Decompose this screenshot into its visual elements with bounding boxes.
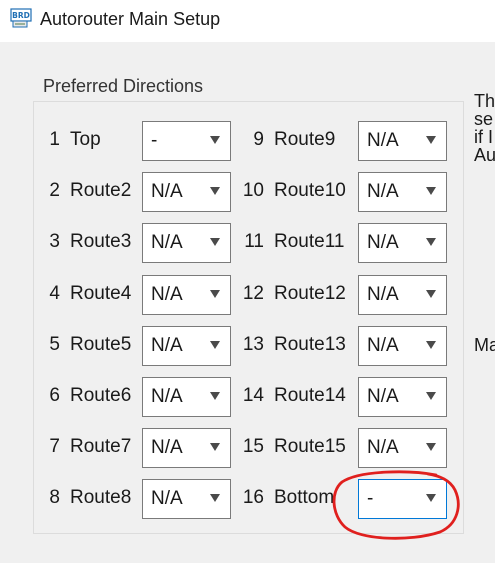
layer-label-route12: Route12 [274, 282, 346, 304]
dropdown-value: N/A [367, 334, 399, 356]
layer-number: 8 [49, 487, 60, 509]
chevron-down-icon[interactable] [426, 340, 436, 349]
dropdown-value: N/A [367, 283, 399, 305]
direction-dropdown-route12[interactable]: N/A [358, 274, 447, 315]
direction-dropdown-bottom[interactable]: - [358, 479, 447, 520]
direction-dropdown-route13[interactable]: N/A [358, 325, 447, 366]
chevron-down-icon[interactable] [210, 340, 220, 349]
direction-dropdown-route8[interactable]: N/A [142, 479, 231, 520]
direction-dropdown-route14[interactable]: N/A [358, 377, 447, 417]
layer-number: 13 [242, 333, 264, 355]
dropdown-value: - [151, 130, 158, 151]
layer-number: 14 [242, 385, 264, 406]
chevron-down-icon[interactable] [210, 187, 220, 196]
layer-label-route9: Route9 [274, 129, 336, 150]
dropdown-value: N/A [367, 181, 399, 203]
direction-dropdown-route3[interactable]: N/A [142, 223, 231, 264]
dropdown-value: N/A [367, 386, 399, 407]
chevron-down-icon[interactable] [426, 187, 436, 196]
layer-label-route15: Route15 [274, 436, 346, 458]
layer-number: 6 [49, 385, 60, 406]
layer-number: 7 [49, 436, 60, 458]
layer-label-route3: Route3 [70, 231, 132, 253]
direction-dropdown-route11[interactable]: N/A [358, 223, 447, 264]
layer-label-route13: Route13 [274, 333, 346, 355]
layer-label-route5: Route5 [70, 333, 132, 355]
layer-label-top: Top [70, 129, 101, 150]
preferred-directions-group [33, 101, 464, 534]
chevron-down-icon[interactable] [426, 494, 436, 503]
side-text-line-4: Au [474, 145, 495, 165]
direction-dropdown-route15[interactable]: N/A [358, 428, 447, 469]
dropdown-value: N/A [367, 437, 399, 459]
side-text-lower: Ma [474, 335, 495, 355]
chevron-down-icon[interactable] [210, 238, 220, 247]
group-label: Preferred Directions [41, 76, 206, 97]
layer-number: 12 [242, 282, 264, 304]
layer-label-route6: Route6 [70, 385, 132, 406]
layer-number: 11 [244, 231, 264, 253]
side-text-line-1: Th [474, 91, 495, 111]
chevron-down-icon[interactable] [210, 136, 220, 144]
direction-dropdown-route5[interactable]: N/A [142, 325, 231, 366]
direction-dropdown-route10[interactable]: N/A [358, 172, 447, 213]
layer-label-bottom: Bottom [274, 487, 335, 509]
chevron-down-icon[interactable] [426, 136, 436, 144]
chevron-down-icon[interactable] [210, 443, 220, 452]
layer-label-route8: Route8 [70, 487, 132, 509]
layer-number: 3 [49, 231, 60, 253]
chevron-down-icon[interactable] [426, 392, 436, 400]
direction-dropdown-route2[interactable]: N/A [142, 172, 231, 213]
direction-dropdown-route7[interactable]: N/A [142, 428, 231, 469]
layer-number: 1 [49, 129, 60, 150]
chevron-down-icon[interactable] [426, 289, 436, 298]
title-bar: BRD Autorouter Main Setup [0, 0, 495, 42]
dropdown-value: N/A [367, 232, 399, 254]
chevron-down-icon[interactable] [210, 289, 220, 298]
layer-label-route11: Route11 [274, 231, 345, 253]
layer-number: 15 [242, 436, 264, 458]
layer-label-route2: Route2 [70, 180, 132, 202]
dropdown-value: N/A [151, 232, 183, 254]
window-title: Autorouter Main Setup [40, 9, 221, 29]
brd-file-icon: BRD [10, 8, 32, 28]
direction-dropdown-route9[interactable]: N/A [358, 121, 447, 161]
side-text-line-2: se [474, 109, 494, 129]
direction-dropdown-top[interactable]: - [142, 121, 231, 161]
dropdown-value: N/A [151, 181, 183, 203]
chevron-down-icon[interactable] [426, 238, 436, 247]
dropdown-value: N/A [367, 130, 399, 151]
layer-number: 4 [49, 282, 60, 304]
dropdown-value: N/A [151, 334, 183, 356]
layer-number: 5 [49, 333, 60, 355]
layer-number: 10 [242, 180, 264, 202]
layer-label-route10: Route10 [274, 180, 346, 202]
direction-dropdown-route4[interactable]: N/A [142, 274, 231, 315]
layer-number: 2 [49, 180, 60, 202]
chevron-down-icon[interactable] [210, 392, 220, 400]
side-text-line-3: if I [474, 127, 494, 147]
layer-number: 16 [242, 487, 264, 509]
dropdown-value: N/A [151, 283, 183, 305]
chevron-down-icon[interactable] [426, 443, 436, 452]
layer-label-route14: Route14 [274, 385, 346, 406]
dropdown-value: N/A [151, 386, 183, 407]
direction-dropdown-route6[interactable]: N/A [142, 377, 231, 417]
layer-number: 9 [253, 129, 264, 150]
dropdown-value: - [367, 488, 374, 510]
layer-label-route7: Route7 [70, 436, 132, 458]
chevron-down-icon[interactable] [210, 494, 220, 503]
dropdown-value: N/A [151, 437, 183, 459]
brd-icon-text: BRD [12, 11, 30, 20]
layer-label-route4: Route4 [70, 282, 132, 304]
dropdown-value: N/A [151, 488, 183, 510]
